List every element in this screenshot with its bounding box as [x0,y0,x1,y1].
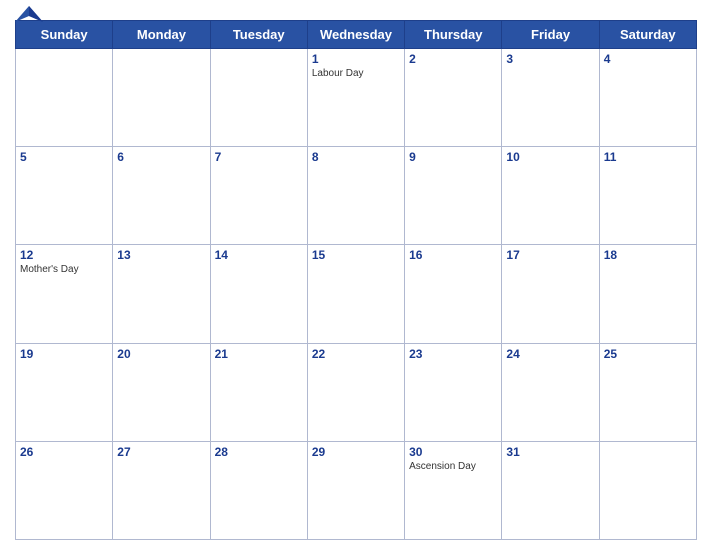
logo-icon [15,4,43,24]
weekday-header-monday: Monday [113,21,210,49]
calendar-cell: 18 [599,245,696,343]
day-number: 21 [215,347,303,361]
day-number: 28 [215,445,303,459]
calendar-cell: 19 [16,343,113,441]
calendar-header [15,10,697,14]
day-number: 1 [312,52,400,66]
calendar-cell: 11 [599,147,696,245]
day-number: 13 [117,248,205,262]
calendar-cell: 5 [16,147,113,245]
calendar-week-row: 1 Labour Day 234 [16,49,697,147]
calendar-cell: 21 [210,343,307,441]
calendar-cell: 16 [405,245,502,343]
calendar-cell: 10 [502,147,599,245]
weekday-header-friday: Friday [502,21,599,49]
calendar-cell: 14 [210,245,307,343]
holiday-name: Labour Day [312,68,400,79]
day-number: 14 [215,248,303,262]
weekday-header-wednesday: Wednesday [307,21,404,49]
calendar-cell [599,441,696,539]
day-number: 3 [506,52,594,66]
calendar-cell [210,49,307,147]
calendar-cell: 24 [502,343,599,441]
day-number: 5 [20,150,108,164]
calendar-cell: 9 [405,147,502,245]
day-number: 18 [604,248,692,262]
day-number: 29 [312,445,400,459]
day-number: 2 [409,52,497,66]
calendar-cell: 7 [210,147,307,245]
calendar-cell: 17 [502,245,599,343]
calendar-cell: 20 [113,343,210,441]
day-number: 19 [20,347,108,361]
day-number: 11 [604,150,692,164]
calendar-week-row: 12 Mother's Day 13 14 15 16 17 18 [16,245,697,343]
weekday-header-tuesday: Tuesday [210,21,307,49]
calendar-cell: 6 [113,147,210,245]
day-number: 7 [215,150,303,164]
weekday-header-sunday: Sunday [16,21,113,49]
calendar-cell: 26 [16,441,113,539]
calendar-cell: 29 [307,441,404,539]
calendar-cell: 31 [502,441,599,539]
calendar-cell: 2 [405,49,502,147]
day-number: 17 [506,248,594,262]
holiday-name: Mother's Day [20,264,108,275]
calendar-cell: 25 [599,343,696,441]
calendar-cell [16,49,113,147]
day-number: 20 [117,347,205,361]
day-number: 22 [312,347,400,361]
day-number: 9 [409,150,497,164]
calendar-week-row: 26 27 28 29 30 Ascension Day 31 [16,441,697,539]
day-number: 10 [506,150,594,164]
day-number: 23 [409,347,497,361]
calendar-cell: 3 [502,49,599,147]
calendar-cell: 23 [405,343,502,441]
day-number: 31 [506,445,594,459]
day-number: 15 [312,248,400,262]
day-number: 25 [604,347,692,361]
day-number: 4 [604,52,692,66]
calendar-cell [113,49,210,147]
calendar-cell: 15 [307,245,404,343]
calendar-cell: 30 Ascension Day [405,441,502,539]
day-number: 8 [312,150,400,164]
day-number: 16 [409,248,497,262]
logo [15,4,47,24]
day-number: 27 [117,445,205,459]
calendar-cell: 8 [307,147,404,245]
weekday-header-row: SundayMondayTuesdayWednesdayThursdayFrid… [16,21,697,49]
day-number: 6 [117,150,205,164]
calendar-week-row: 19 20 21 22 23 24 25 [16,343,697,441]
day-number: 26 [20,445,108,459]
calendar-week-row: 56789 10 11 [16,147,697,245]
calendar-cell: 12 Mother's Day [16,245,113,343]
day-number: 12 [20,248,108,262]
calendar-cell: 13 [113,245,210,343]
holiday-name: Ascension Day [409,461,497,472]
calendar-cell: 27 [113,441,210,539]
day-number: 30 [409,445,497,459]
calendar-cell: 28 [210,441,307,539]
calendar-cell: 22 [307,343,404,441]
calendar-cell: 1 Labour Day [307,49,404,147]
weekday-header-thursday: Thursday [405,21,502,49]
calendar-cell: 4 [599,49,696,147]
day-number: 24 [506,347,594,361]
calendar-table: SundayMondayTuesdayWednesdayThursdayFrid… [15,20,697,540]
weekday-header-saturday: Saturday [599,21,696,49]
